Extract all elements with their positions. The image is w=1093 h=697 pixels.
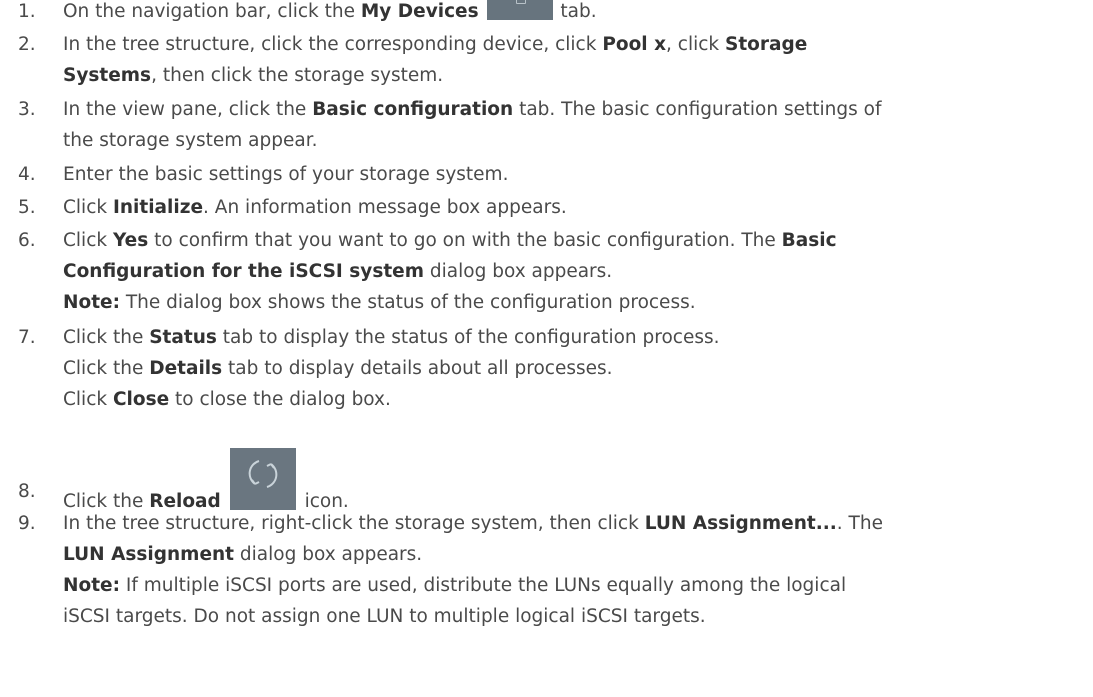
step-number: 5. — [18, 197, 36, 218]
note-label: Note: — [63, 292, 120, 313]
step-text: Click — [63, 197, 113, 218]
note-text: If multiple iSCSI ports are used, distri… — [119, 575, 847, 596]
step-text: In the view pane, click the — [63, 99, 313, 120]
storage-label: Storage — [725, 34, 808, 55]
instruction-list: 1. On the navigation bar, click the My D… — [0, 0, 1093, 697]
step-number: 7. — [18, 327, 36, 348]
step-text: , click — [666, 34, 726, 55]
step-number: 3. — [18, 99, 36, 120]
step-number: 8. — [18, 481, 36, 502]
step-text: tab. The basic configuration settings of — [513, 99, 882, 120]
step-text: . An information message box appears. — [203, 197, 567, 218]
step-text: In the tree structure, right-click the s… — [63, 513, 645, 534]
step-text: Click — [63, 230, 113, 251]
step-text: On the navigation bar, click the — [63, 1, 361, 22]
step-number: 4. — [18, 164, 36, 185]
step-text: dialog box appears. — [234, 544, 423, 565]
step-text: Click the — [63, 358, 150, 379]
my-devices-label: My Devices — [360, 1, 479, 22]
basic-configuration-label: Basic configuration — [312, 99, 514, 120]
systems-label: Systems — [63, 65, 152, 86]
step-text: Enter the basic settings of your storage… — [63, 164, 509, 185]
yes-label: Yes — [112, 230, 149, 251]
basic-label: Basic — [781, 230, 837, 251]
note-text: iSCSI targets. Do not assign one LUN to … — [63, 606, 706, 627]
reload-icon — [229, 448, 296, 510]
note-label: Note: — [63, 575, 120, 596]
step-text: tab. — [554, 1, 597, 22]
close-label: Close — [112, 389, 170, 410]
step-text: tab to display the status of the configu… — [216, 327, 720, 348]
step-number: 2. — [18, 34, 36, 55]
step-number: 9. — [18, 513, 36, 534]
note-text: The dialog box shows the status of the c… — [119, 292, 696, 313]
lun-assignment-menu-label: LUN Assignment... — [644, 513, 837, 534]
step-text: Click the — [63, 327, 150, 348]
step-text: Click — [63, 389, 113, 410]
dialog-title-label: Configuration for the iSCSI system — [63, 261, 425, 282]
step-text: the storage system appear. — [63, 130, 318, 151]
step-text: dialog box appears. — [424, 261, 613, 282]
step-text: , then click the storage system. — [151, 65, 444, 86]
step-number: 6. — [18, 230, 36, 251]
pool-x-label: Pool x — [602, 34, 667, 55]
step-text: tab to display details about all process… — [222, 358, 613, 379]
status-label: Status — [149, 327, 217, 348]
lun-assignment-dialog-label: LUN Assignment — [63, 544, 235, 565]
my-devices-icon — [486, 0, 553, 20]
step-text: In the tree structure, click the corresp… — [63, 34, 603, 55]
step-text: to close the dialog box. — [169, 389, 391, 410]
step-text: to confirm that you want to go on with t… — [148, 230, 782, 251]
details-label: Details — [149, 358, 223, 379]
step-number: 1. — [18, 1, 36, 22]
initialize-label: Initialize — [112, 197, 204, 218]
step-text: . The — [836, 513, 883, 534]
